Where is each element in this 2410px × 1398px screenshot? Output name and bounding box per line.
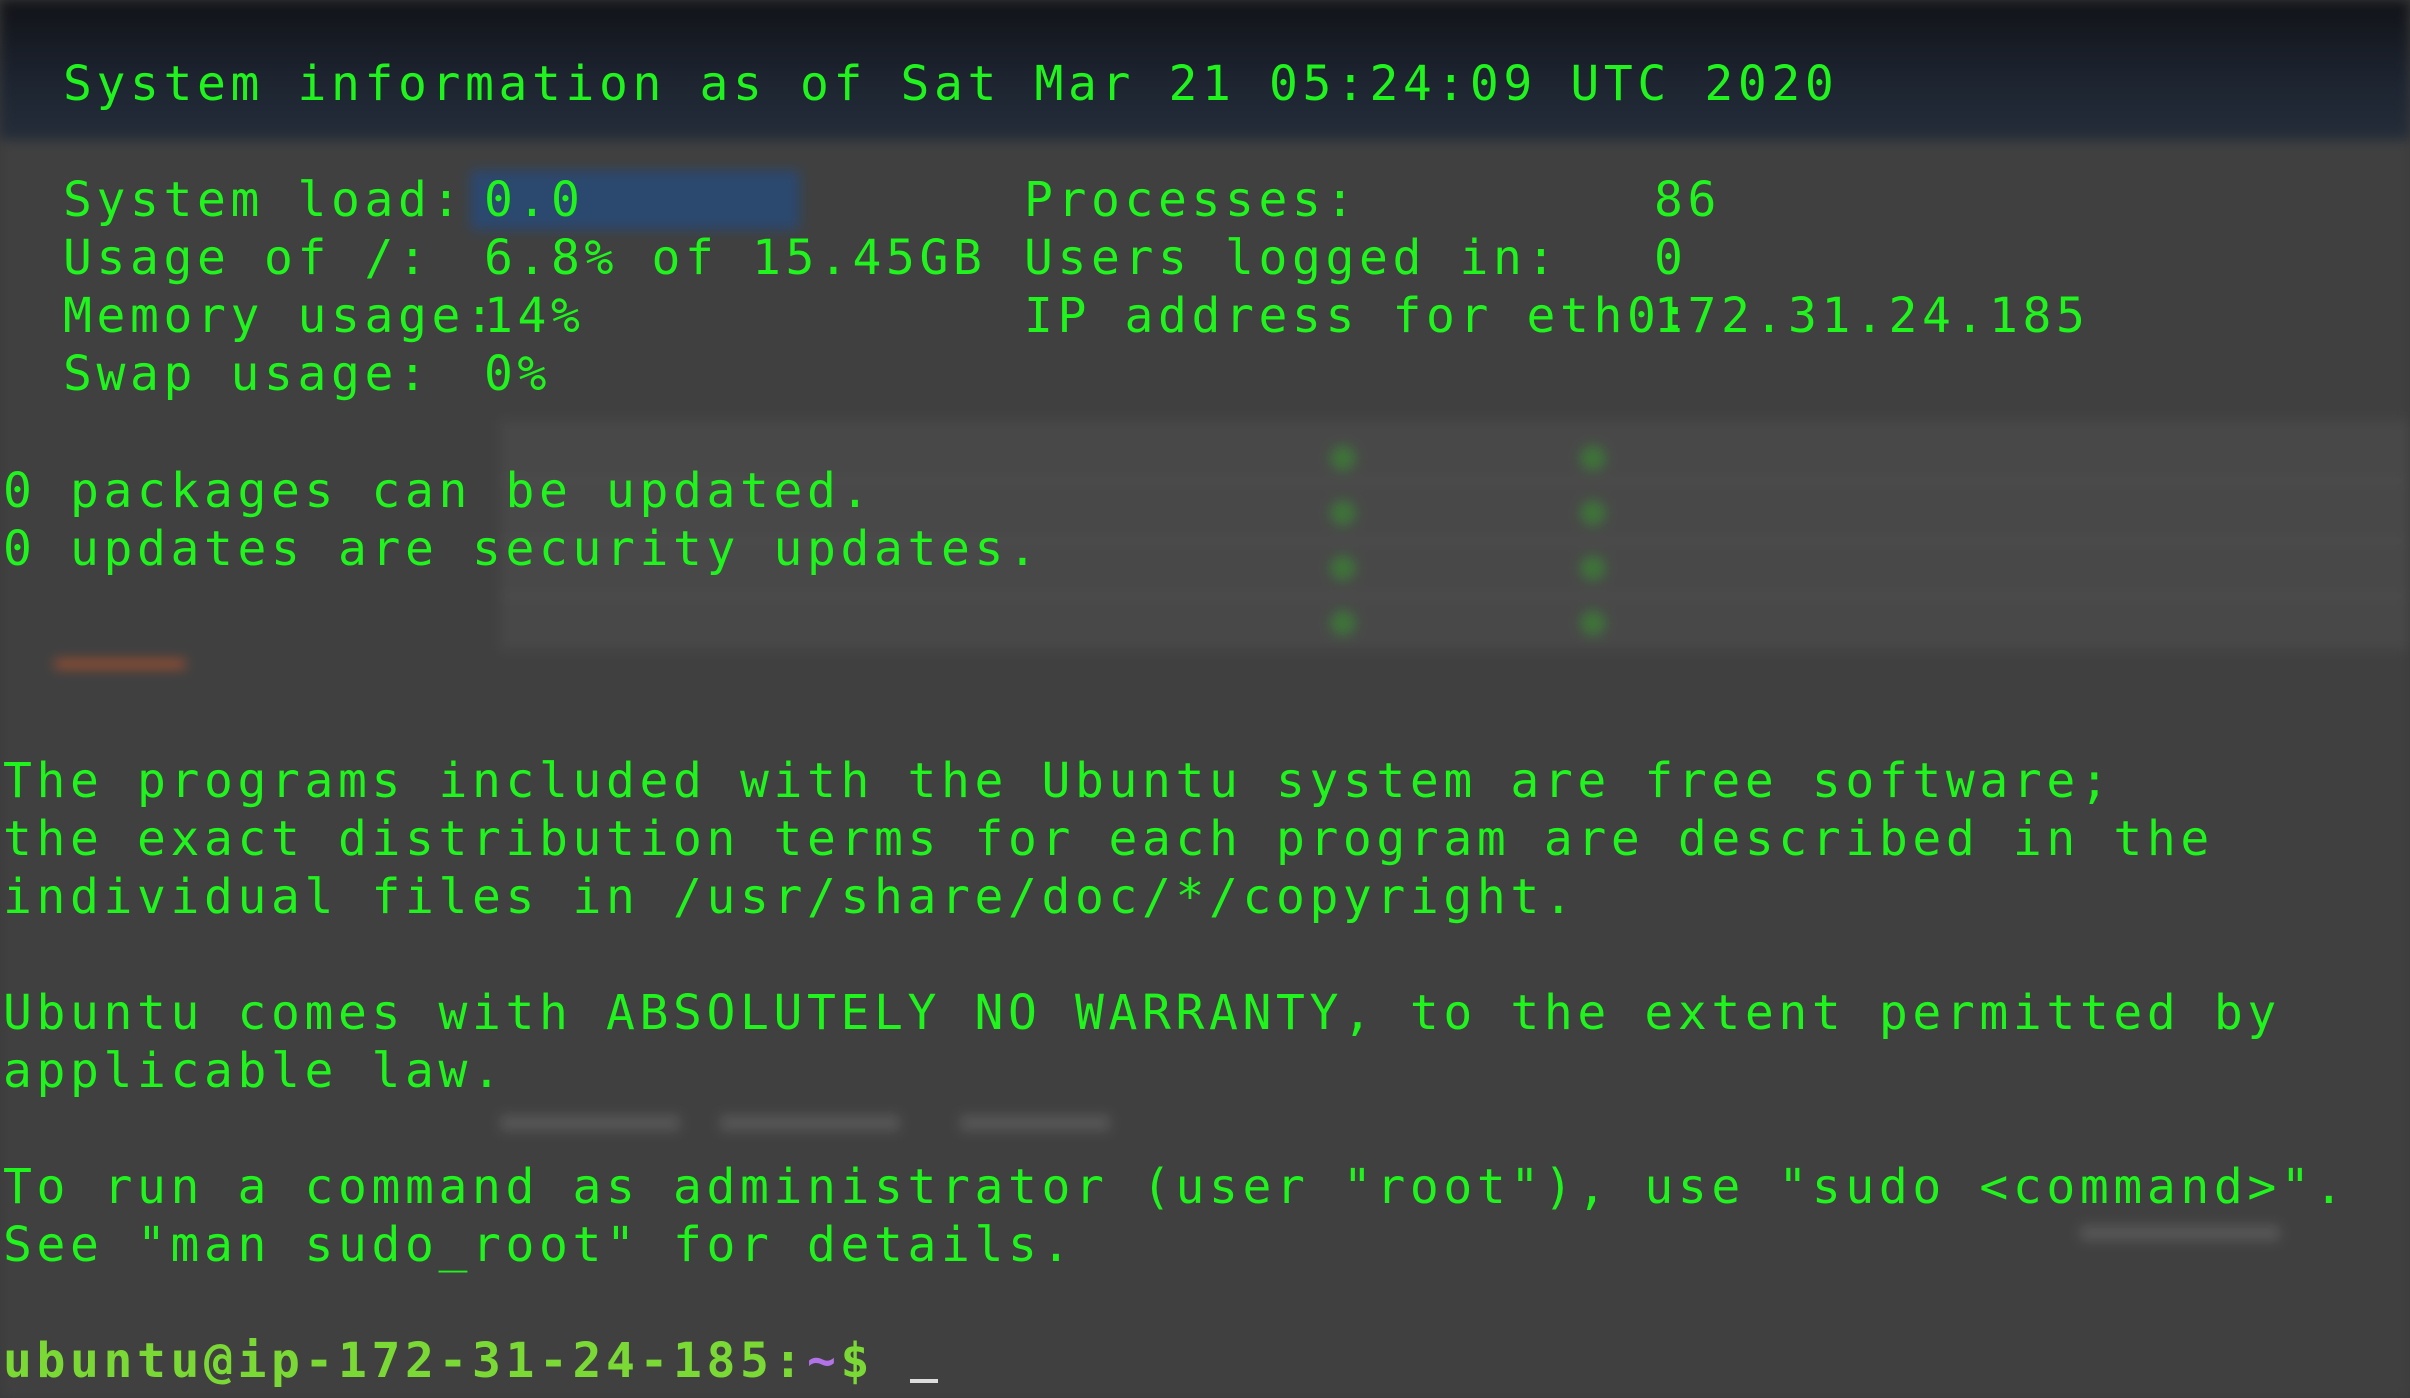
security-updates-line: 0 updates are security updates. [3,521,1042,577]
prompt-user-host: ubuntu@ip-172-31-24-185 [3,1333,774,1389]
system-load-value: 0.0 [484,172,585,228]
sudo-line-1: To run a command as administrator (user … [3,1159,2348,1215]
processes-value: 86 [1654,172,1721,228]
ip-value: 172.31.24.185 [1654,288,2090,344]
system-load-label: System load: [63,172,465,228]
processes-label: Processes: [1024,172,1359,228]
sudo-line-2: See "man sudo_root" for details. [3,1217,1075,1273]
packages-line: 0 packages can be updated. [3,463,874,519]
users-value: 0 [1654,230,1688,286]
license-line-1: The programs included with the Ubuntu sy… [3,753,2114,809]
memory-value: 14% [484,288,585,344]
users-label: Users logged in: [1024,230,1560,286]
text-cursor [909,1379,938,1383]
license-line-2: the exact distribution terms for each pr… [3,811,2214,867]
prompt-path: ~ [806,1333,841,1389]
memory-label: Memory usage: [63,288,499,344]
license-line-3: individual files in /usr/share/doc/*/cop… [3,869,1578,925]
warranty-line-2: applicable law. [3,1043,506,1099]
swap-value: 0% [484,346,551,402]
usage-value: 6.8% of 15.45GB [484,230,987,286]
prompt-symbol: $ [840,1333,874,1389]
terminal-output: System information as of Sat Mar 21 05:2… [0,0,2410,1398]
swap-label: Swap usage: [63,346,432,402]
shell-prompt[interactable]: ubuntu@ip-172-31-24-185:~$ [3,1332,938,1390]
sysinfo-line: System information as of Sat Mar 21 05:2… [63,56,1839,112]
prompt-colon: : [773,1333,807,1389]
warranty-line-1: Ubuntu comes with ABSOLUTELY NO WARRANTY… [3,985,2281,1041]
usage-label: Usage of /: [63,230,432,286]
ip-label: IP address for eth0: [1024,288,1694,344]
